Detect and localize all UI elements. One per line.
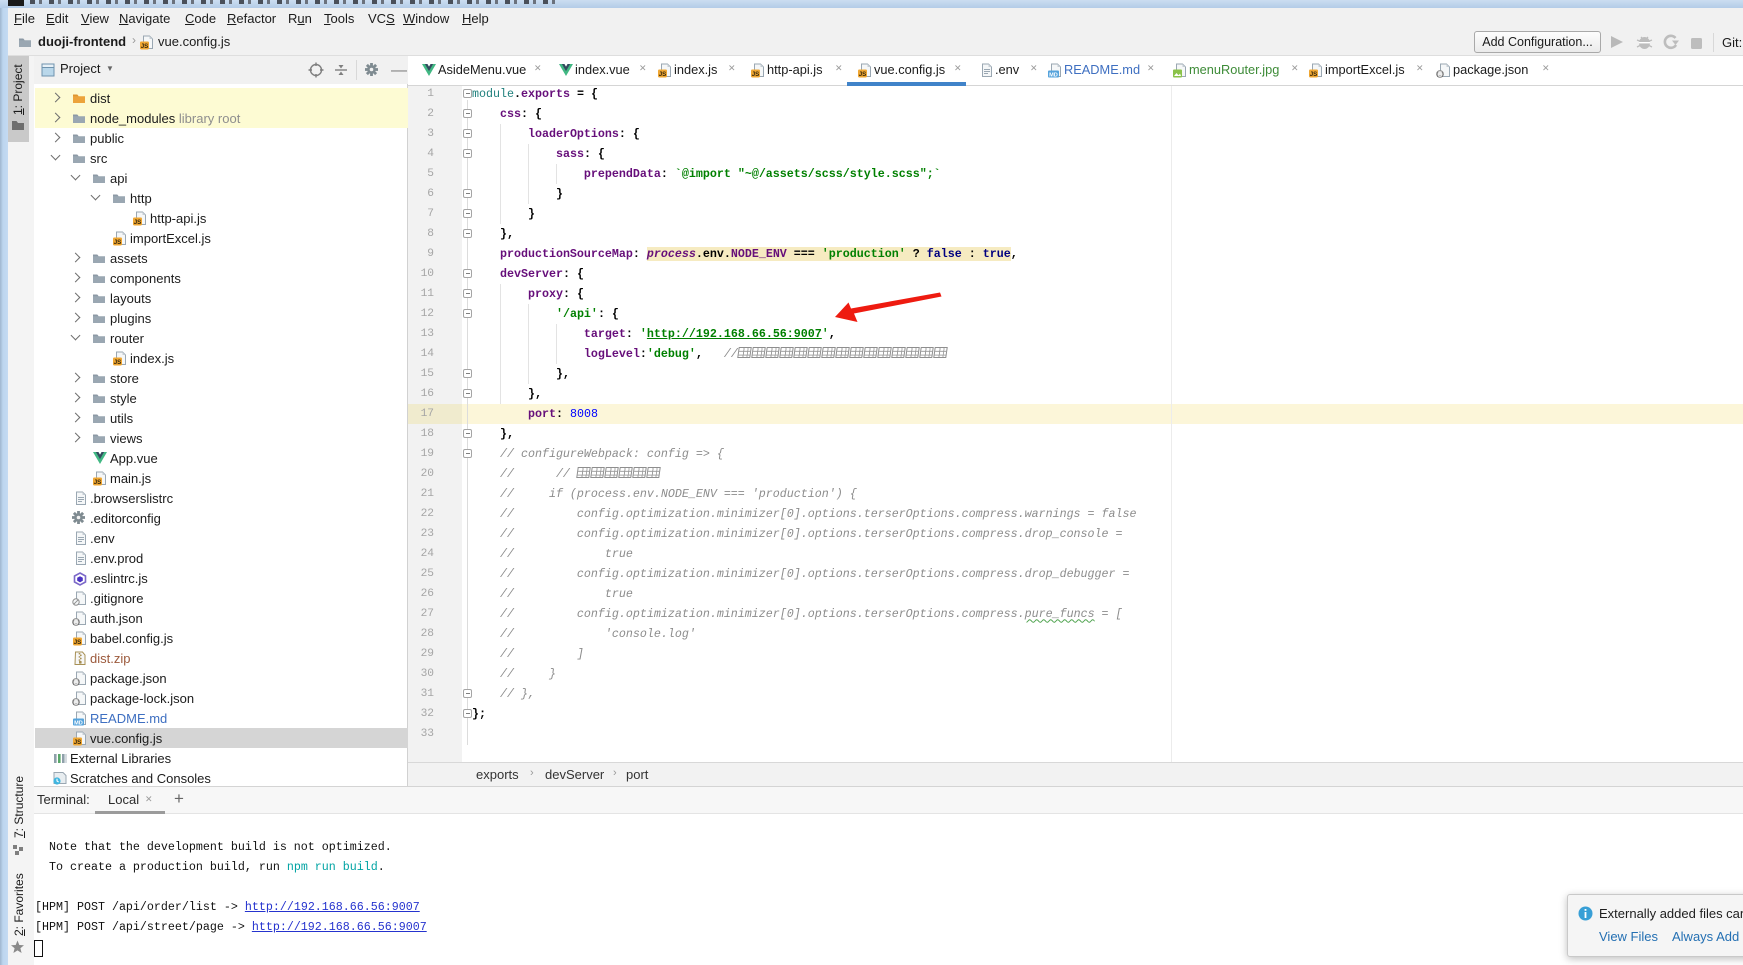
svg-text:{..}: {..} (72, 700, 79, 706)
svg-text:MD: MD (1049, 72, 1058, 78)
svg-text:JS: JS (659, 71, 667, 78)
svg-text:JS: JS (74, 739, 82, 746)
svg-text:{..}: {..} (72, 680, 79, 686)
svg-text:JS: JS (859, 71, 867, 78)
svg-text:MD: MD (74, 720, 83, 726)
svg-text:{..}: {..} (72, 620, 79, 626)
svg-text:JS: JS (1310, 71, 1318, 78)
svg-text:JS: JS (74, 639, 82, 646)
svg-text:JS: JS (114, 359, 122, 366)
svg-text:JS: JS (752, 71, 760, 78)
svg-text:JS: JS (94, 479, 102, 486)
svg-text:JS: JS (114, 239, 122, 246)
svg-text:JS: JS (141, 43, 149, 50)
svg-text:JS: JS (134, 219, 142, 226)
svg-text:{..}: {..} (1436, 72, 1443, 78)
